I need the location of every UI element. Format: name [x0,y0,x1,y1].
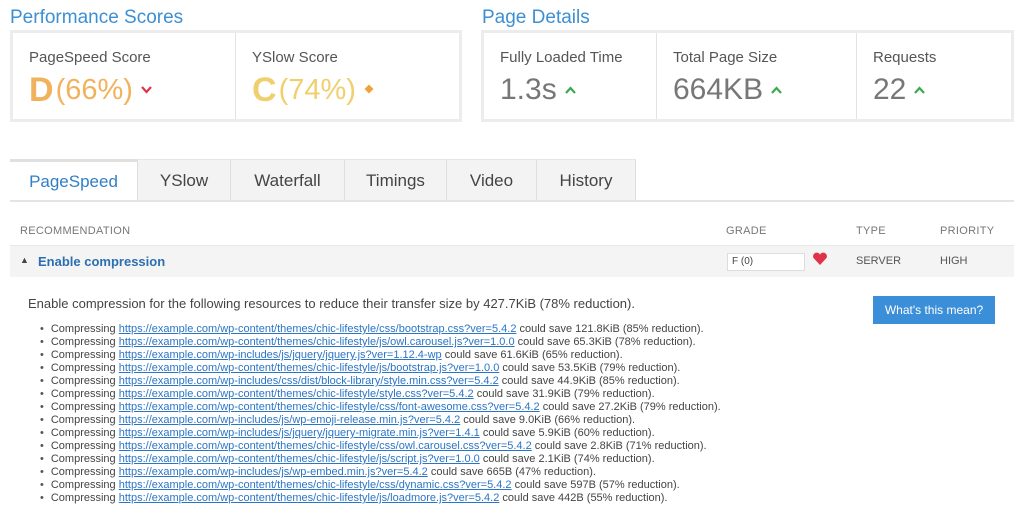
chevron-up-icon [771,70,782,110]
column-header-grade: GRADE [726,225,767,237]
page-details-card: Fully Loaded Time 1.3s Total Page Size 6… [481,30,1014,122]
pagespeed-score-label: PageSpeed Score [29,49,151,66]
grade-value: F (0) [727,253,805,271]
yslow-grade-percent: (74%) [278,74,356,106]
resource-link[interactable]: https://example.com/wp-content/themes/ch… [119,479,512,491]
requests-label: Requests [873,49,937,66]
resource-link[interactable]: https://example.com/wp-content/themes/ch… [119,323,517,335]
list-item: Compressing https://example.com/wp-conte… [40,323,721,336]
list-item: Compressing https://example.com/wp-conte… [40,492,721,505]
tab-timings[interactable]: Timings [345,159,447,201]
resource-link[interactable]: https://example.com/wp-includes/js/jquer… [119,427,480,439]
resource-link[interactable]: https://example.com/wp-includes/js/wp-em… [119,414,460,426]
requests: Requests 22 [857,33,1011,119]
recommendation-name[interactable]: Enable compression [38,254,165,269]
list-item: Compressing https://example.com/wp-conte… [40,453,721,466]
list-item: Compressing https://example.com/wp-inclu… [40,414,721,427]
yslow-score: YSlow Score C (74%) [236,33,459,119]
tab-yslow[interactable]: YSlow [138,159,231,201]
total-page-size-label: Total Page Size [673,49,778,66]
list-item: Compressing https://example.com/wp-conte… [40,479,721,492]
resource-link[interactable]: https://example.com/wp-content/themes/ch… [119,362,500,374]
resource-link[interactable]: https://example.com/wp-content/themes/ch… [119,401,540,413]
column-header-priority: PRIORITY [940,225,995,237]
performance-scores-card: PageSpeed Score D (66%) YSlow Score C (7… [10,30,462,122]
column-header-recommendation: RECOMMENDATION [20,225,131,237]
triangle-up-icon[interactable]: ▲ [20,255,29,265]
recommendation-row[interactable]: ▲ Enable compression F (0) SERVER HIGH [10,245,1014,277]
fully-loaded-time-label: Fully Loaded Time [500,49,623,66]
recommendation-description: Enable compression for the following res… [28,296,635,311]
list-item: Compressing https://example.com/wp-inclu… [40,466,721,479]
resource-list: Compressing https://example.com/wp-conte… [40,323,721,505]
tab-video[interactable]: Video [447,159,537,201]
pagespeed-grade-percent: (66%) [55,74,133,106]
heart-icon [812,252,828,270]
resource-link[interactable]: https://example.com/wp-content/themes/ch… [119,492,500,504]
yslow-grade-letter: C [252,71,277,109]
list-item: Compressing https://example.com/wp-conte… [40,401,721,414]
performance-scores-title: Performance Scores [10,7,184,28]
report-tabs: PageSpeed YSlow Waterfall Timings Video … [10,159,1014,202]
resource-link[interactable]: https://example.com/wp-content/themes/ch… [119,336,515,348]
list-item: Compressing https://example.com/wp-inclu… [40,349,721,362]
resource-link[interactable]: https://example.com/wp-includes/css/dist… [119,375,499,387]
pagespeed-grade-letter: D [29,71,54,109]
fully-loaded-time-value: 1.3s [500,73,557,106]
list-item: Compressing https://example.com/wp-inclu… [40,427,721,440]
list-item: Compressing https://example.com/wp-conte… [40,440,721,453]
yslow-score-label: YSlow Score [252,49,338,66]
resource-link[interactable]: https://example.com/wp-content/themes/ch… [119,453,480,465]
tab-pagespeed[interactable]: PageSpeed [10,159,138,201]
total-page-size-value: 664KB [673,73,764,106]
column-header-type: TYPE [856,225,886,237]
tab-divider [10,200,1014,202]
tab-history[interactable]: History [537,159,636,201]
chevron-down-icon [141,70,152,110]
list-item: Compressing https://example.com/wp-conte… [40,362,721,375]
whats-this-mean-button[interactable]: What's this mean? [873,296,995,324]
resource-link[interactable]: https://example.com/wp-includes/js/wp-em… [119,466,428,478]
resource-link[interactable]: https://example.com/wp-includes/js/jquer… [119,349,442,361]
total-page-size: Total Page Size 664KB [657,33,857,119]
page-details-title: Page Details [482,7,590,28]
diamond-icon [364,70,374,110]
list-item: Compressing https://example.com/wp-conte… [40,388,721,401]
chevron-up-icon [914,70,926,110]
recommendation-priority: HIGH [940,255,968,267]
recommendation-type: SERVER [856,255,902,267]
chevron-up-icon [564,70,576,110]
tab-waterfall[interactable]: Waterfall [231,159,345,201]
requests-value: 22 [873,73,907,106]
fully-loaded-time: Fully Loaded Time 1.3s [484,33,657,119]
list-item: Compressing https://example.com/wp-conte… [40,336,721,349]
pagespeed-score: PageSpeed Score D (66%) [13,33,236,119]
resource-link[interactable]: https://example.com/wp-content/themes/ch… [119,388,474,400]
resource-link[interactable]: https://example.com/wp-content/themes/ch… [119,440,532,452]
list-item: Compressing https://example.com/wp-inclu… [40,375,721,388]
